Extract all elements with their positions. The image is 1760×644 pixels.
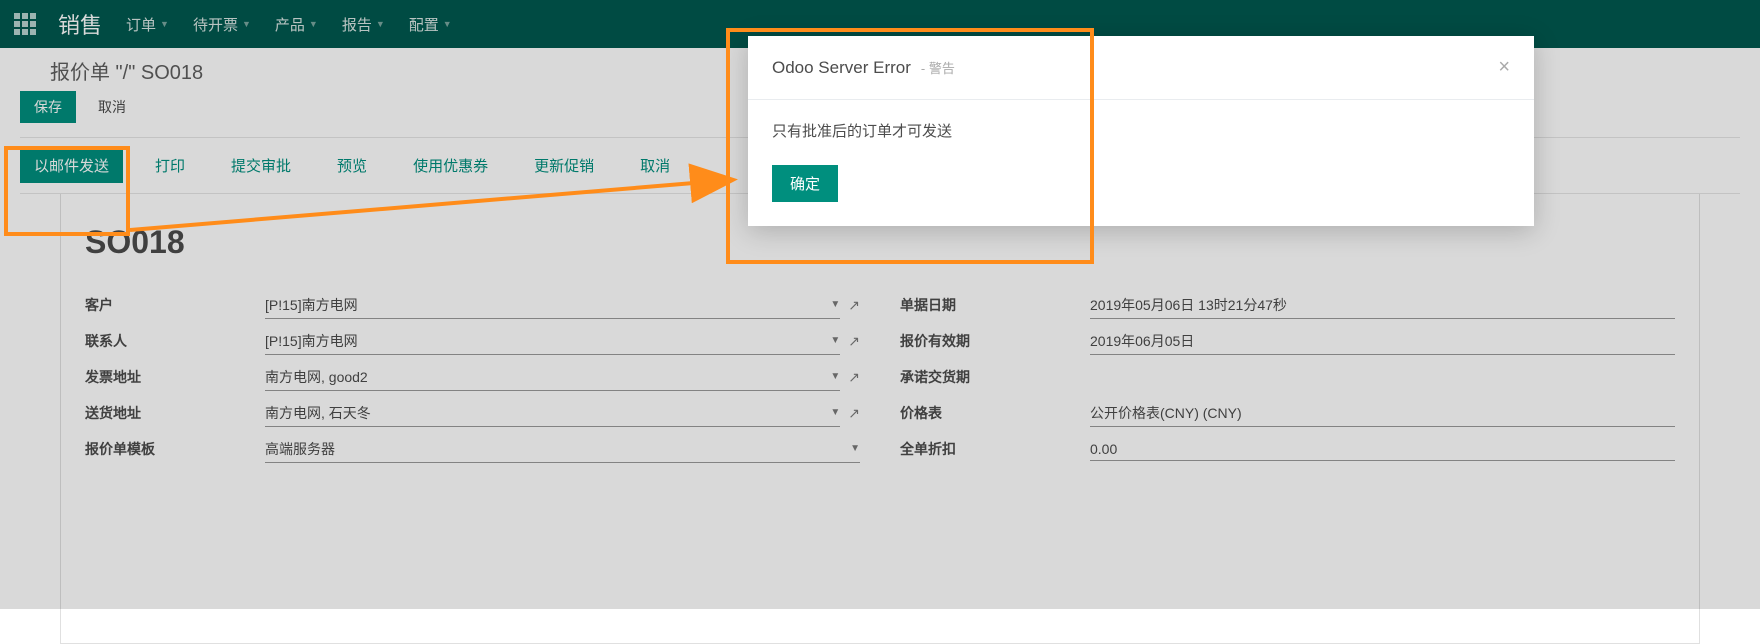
nav-item-label: 待开票 xyxy=(193,14,238,35)
external-link-icon[interactable]: ↗ xyxy=(848,369,860,386)
form-sheet-wrap: SO018 客户 [P!15]南方电网 ▼ ↗ 联系人 [P!15]南方电网 ▼ ↗… xyxy=(20,194,1740,644)
cancel-button[interactable]: 取消 xyxy=(626,148,684,183)
external-link-icon[interactable]: ↗ xyxy=(848,405,860,422)
field-value: 2019年05月06日 13时21分47秒 xyxy=(1090,295,1287,315)
close-icon[interactable]: × xyxy=(1498,56,1510,79)
dialog-subtitle: - 警告 xyxy=(921,58,955,77)
nav-item-label: 配置 xyxy=(409,14,439,35)
dialog-title: Odoo Server Error xyxy=(772,58,911,78)
caret-down-icon: ▼ xyxy=(242,19,251,29)
chevron-down-icon[interactable]: ▼ xyxy=(830,335,840,346)
submit-approval-button[interactable]: 提交审批 xyxy=(217,148,305,183)
template-label: 报价单模板 xyxy=(85,439,265,459)
invoice-address-field[interactable]: 南方电网, good2 ▼ xyxy=(265,364,840,391)
order-date-field[interactable]: 2019年05月06日 13时21分47秒 xyxy=(1090,292,1675,319)
field-value: 2019年06月05日 xyxy=(1090,331,1194,351)
field-value: 0.00 xyxy=(1090,441,1117,457)
use-coupon-button[interactable]: 使用优惠券 xyxy=(399,148,502,183)
shipping-address-field[interactable]: 南方电网, 石天冬 ▼ xyxy=(265,400,840,427)
customer-field[interactable]: [P!15]南方电网 ▼ xyxy=(265,292,840,319)
nav-item-configuration[interactable]: 配置 ▼ xyxy=(409,14,452,35)
dialog-header: Odoo Server Error - 警告 × xyxy=(748,36,1534,100)
template-field[interactable]: 高端服务器 ▼ xyxy=(265,436,860,463)
apps-icon[interactable] xyxy=(10,9,40,39)
nav-item-orders[interactable]: 订单 ▼ xyxy=(126,14,169,35)
print-button[interactable]: 打印 xyxy=(141,148,199,183)
field-value: 高端服务器 xyxy=(265,439,335,459)
customer-label: 客户 xyxy=(85,295,265,315)
caret-down-icon: ▼ xyxy=(160,19,169,29)
pricelist-field[interactable]: 公开价格表(CNY) (CNY) xyxy=(1090,400,1675,427)
nav-item-label: 订单 xyxy=(126,14,156,35)
form-left-column: 客户 [P!15]南方电网▼ ↗ 联系人 [P!15]南方电网▼ ↗ 发票地址 … xyxy=(85,291,860,471)
form-right-column: 单据日期 2019年05月06日 13时21分47秒 报价有效期 2019年06… xyxy=(900,291,1675,471)
update-promo-button[interactable]: 更新促销 xyxy=(520,148,608,183)
commitment-date-field[interactable] xyxy=(1090,374,1675,380)
record-name: SO018 xyxy=(85,224,1675,261)
field-value: [P!15]南方电网 xyxy=(265,331,358,351)
form-sheet: SO018 客户 [P!15]南方电网 ▼ ↗ 联系人 [P!15]南方电网 ▼ ↗… xyxy=(60,194,1700,644)
caret-down-icon: ▼ xyxy=(443,19,452,29)
app-brand[interactable]: 销售 xyxy=(58,8,102,40)
external-link-icon[interactable]: ↗ xyxy=(848,333,860,350)
nav-menu: 订单 ▼ 待开票 ▼ 产品 ▼ 报告 ▼ 配置 ▼ xyxy=(126,14,452,35)
field-value: 南方电网, good2 xyxy=(265,367,368,387)
shipping-address-label: 送货地址 xyxy=(85,403,265,423)
ok-button[interactable]: 确定 xyxy=(772,165,838,202)
field-value: 南方电网, 石天冬 xyxy=(265,403,371,423)
contact-label: 联系人 xyxy=(85,331,265,351)
pricelist-label: 价格表 xyxy=(900,403,1090,423)
global-discount-field[interactable]: 0.00 xyxy=(1090,438,1675,461)
dialog-footer: 确定 xyxy=(748,165,1534,226)
field-value: [P!15]南方电网 xyxy=(265,295,358,315)
global-discount-label: 全单折扣 xyxy=(900,439,1090,459)
commitment-date-label: 承诺交货期 xyxy=(900,367,1090,387)
save-button[interactable]: 保存 xyxy=(20,91,76,123)
nav-item-to-invoice[interactable]: 待开票 ▼ xyxy=(193,14,251,35)
chevron-down-icon[interactable]: ▼ xyxy=(830,371,840,382)
external-link-icon[interactable]: ↗ xyxy=(848,297,860,314)
validity-field[interactable]: 2019年06月05日 xyxy=(1090,328,1675,355)
send-email-button[interactable]: 以邮件发送 xyxy=(20,148,123,183)
nav-item-reports[interactable]: 报告 ▼ xyxy=(342,14,385,35)
nav-item-products[interactable]: 产品 ▼ xyxy=(275,14,318,35)
nav-item-label: 产品 xyxy=(275,14,305,35)
preview-button[interactable]: 预览 xyxy=(323,148,381,183)
chevron-down-icon[interactable]: ▼ xyxy=(850,443,860,454)
caret-down-icon: ▼ xyxy=(309,19,318,29)
dialog-body: 只有批准后的订单才可发送 xyxy=(748,100,1534,165)
invoice-address-label: 发票地址 xyxy=(85,367,265,387)
caret-down-icon: ▼ xyxy=(376,19,385,29)
error-dialog: Odoo Server Error - 警告 × 只有批准后的订单才可发送 确定 xyxy=(748,36,1534,226)
validity-label: 报价有效期 xyxy=(900,331,1090,351)
order-date-label: 单据日期 xyxy=(900,295,1090,315)
chevron-down-icon[interactable]: ▼ xyxy=(830,299,840,310)
chevron-down-icon[interactable]: ▼ xyxy=(830,407,840,418)
contact-field[interactable]: [P!15]南方电网 ▼ xyxy=(265,328,840,355)
discard-button[interactable]: 取消 xyxy=(84,91,140,123)
field-value: 公开价格表(CNY) (CNY) xyxy=(1090,403,1242,423)
nav-item-label: 报告 xyxy=(342,14,372,35)
